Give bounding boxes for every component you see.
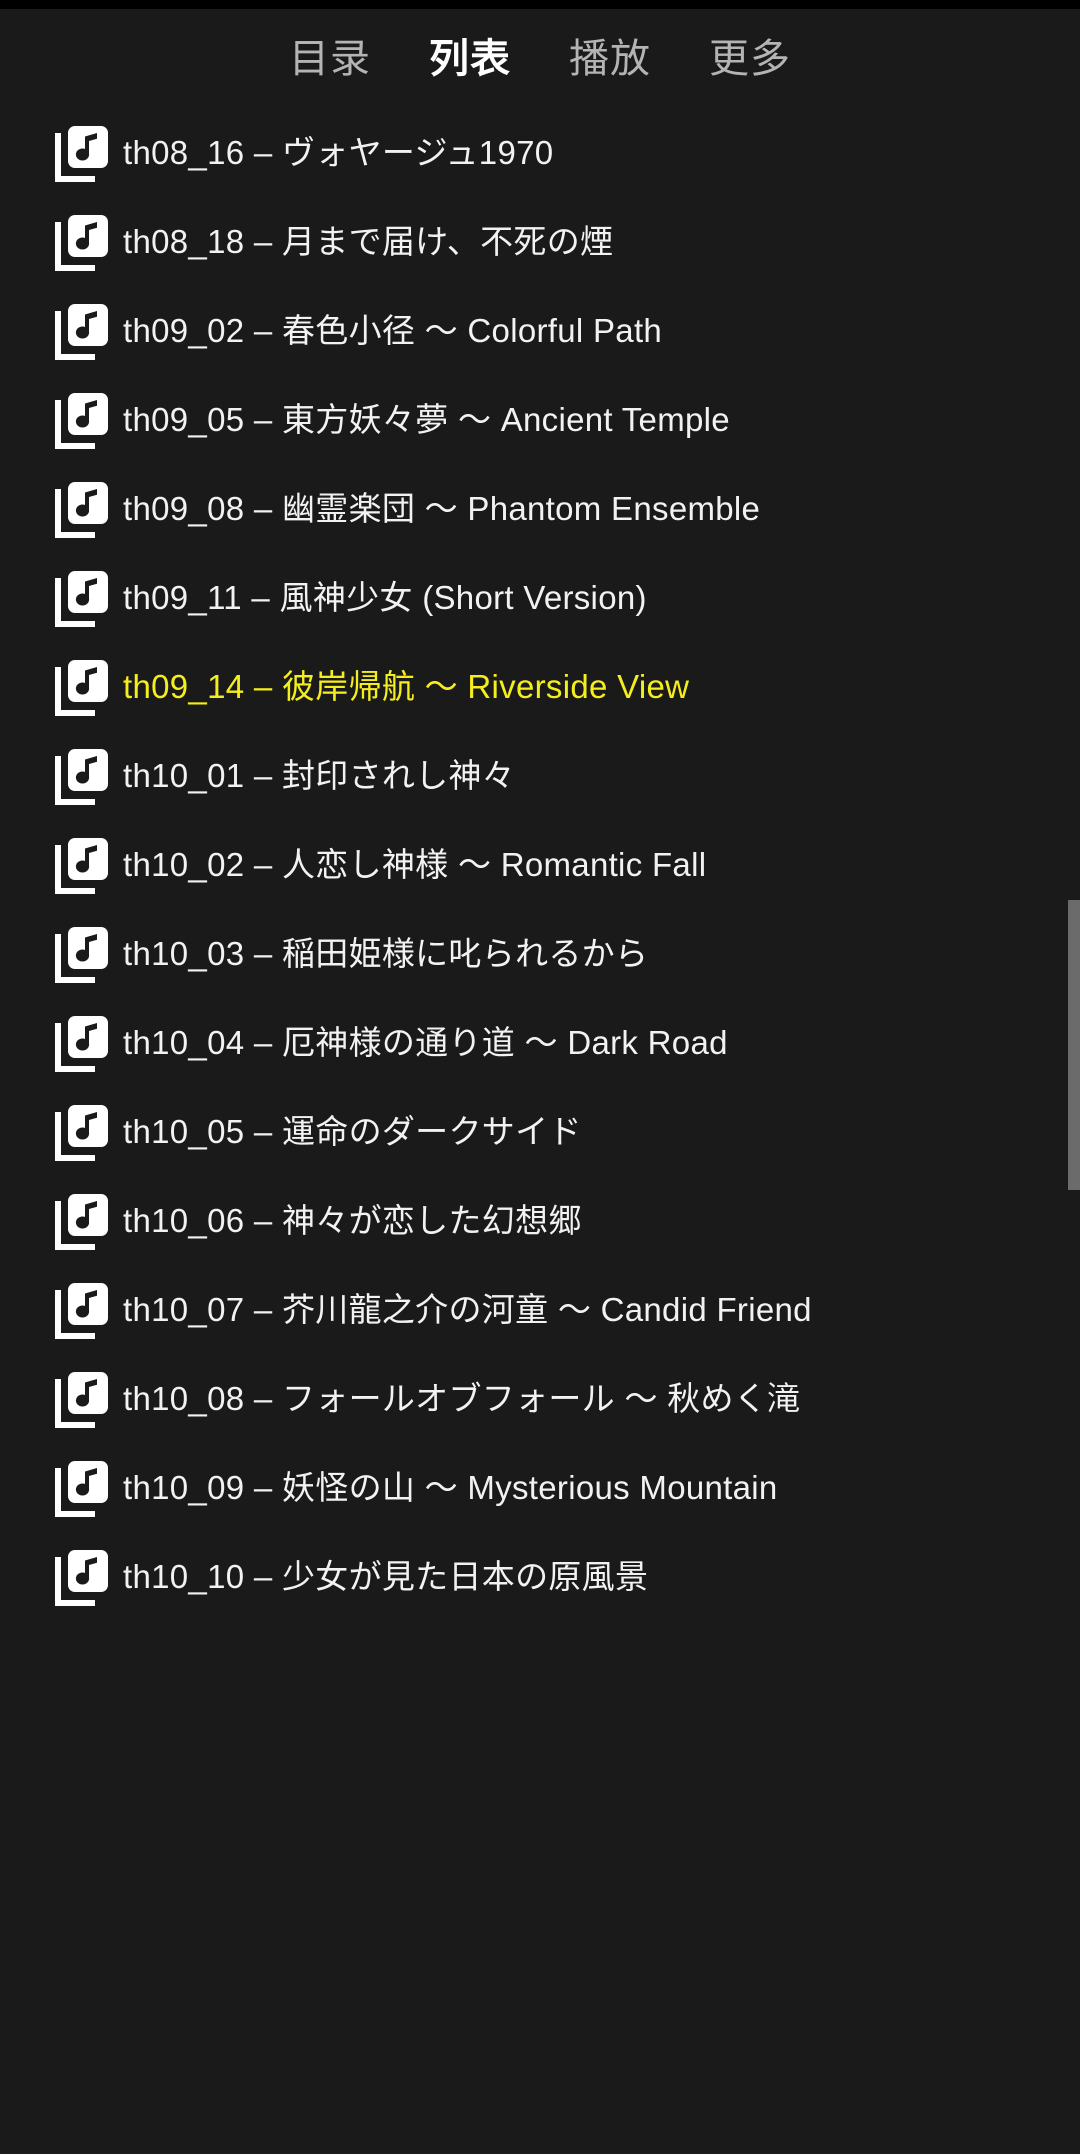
music-collection-icon xyxy=(55,480,111,538)
tab-0[interactable]: 目录 xyxy=(287,35,373,83)
playlist-item[interactable]: th08_16 – ヴォヤージュ1970 xyxy=(0,108,1080,197)
scrollbar-thumb[interactable] xyxy=(1068,900,1080,1190)
playlist-item-label: th09_08 – 幽霊楽団 ～ Phantom Ensemble xyxy=(123,489,761,527)
music-collection-icon xyxy=(55,124,111,182)
music-collection-icon xyxy=(55,1370,111,1428)
tab-bar: 目录 列表 播放 更多 xyxy=(0,9,1080,108)
playlist-item-label: th10_10 – 少女が見た日本の原風景 xyxy=(123,1557,649,1595)
playlist-item-label: th09_11 – 風神少女 (Short Version) xyxy=(123,578,647,616)
playlist-item-label: th09_02 – 春色小径 ～ Colorful Path xyxy=(123,311,663,349)
playlist-item-label: th10_09 – 妖怪の山 ～ Mysterious Mountain xyxy=(123,1468,778,1506)
playlist-item-label: th08_18 – 月まで届け、不死の煙 xyxy=(123,222,614,260)
playlist-item-label: th10_05 – 運命のダークサイド xyxy=(123,1112,582,1150)
music-collection-icon xyxy=(55,836,111,894)
playlist-item-label: th10_06 – 神々が恋した幻想郷 xyxy=(123,1201,582,1239)
playlist-item[interactable]: th10_10 – 少女が見た日本の原風景 xyxy=(0,1532,1080,1621)
playlist-item-label: th10_07 – 芥川龍之介の河童 ～ Candid Friend xyxy=(123,1290,812,1328)
playlist-item-label: th09_14 – 彼岸帰航 ～ Riverside View xyxy=(123,667,690,705)
scrollbar-track[interactable] xyxy=(1068,108,1080,2154)
music-collection-icon xyxy=(55,569,111,627)
tab-1[interactable]: 列表 xyxy=(427,35,513,83)
playlist-item[interactable]: th10_08 – フォールオブフォール ～ 秋めく滝 xyxy=(0,1354,1080,1443)
tab-2[interactable]: 播放 xyxy=(567,35,653,83)
music-collection-icon xyxy=(55,391,111,449)
playlist-item-label: th10_01 – 封印されし神々 xyxy=(123,756,516,794)
playlist-item[interactable]: th10_07 – 芥川龍之介の河童 ～ Candid Friend xyxy=(0,1265,1080,1354)
playlist-item[interactable]: th10_01 – 封印されし神々 xyxy=(0,731,1080,820)
playlist-item[interactable]: th09_08 – 幽霊楽団 ～ Phantom Ensemble xyxy=(0,464,1080,553)
music-collection-icon xyxy=(55,925,111,983)
playlist-item[interactable]: th10_05 – 運命のダークサイド xyxy=(0,1087,1080,1176)
playlist-item[interactable]: th10_02 – 人恋し神様 ～ Romantic Fall xyxy=(0,820,1080,909)
music-collection-icon xyxy=(55,1459,111,1517)
tab-3[interactable]: 更多 xyxy=(707,35,793,83)
status-strip xyxy=(0,0,1080,9)
music-collection-icon xyxy=(55,213,111,271)
music-collection-icon xyxy=(55,1548,111,1606)
playlist-item[interactable]: th10_03 – 稲田姫様に叱られるから xyxy=(0,909,1080,998)
music-collection-icon xyxy=(55,1281,111,1339)
playlist-item-label: th08_16 – ヴォヤージュ1970 xyxy=(123,133,554,171)
playlist-item-label: th10_08 – フォールオブフォール ～ 秋めく滝 xyxy=(123,1379,801,1417)
playlist-item[interactable]: th09_11 – 風神少女 (Short Version) xyxy=(0,553,1080,642)
playlist-item[interactable]: th08_18 – 月まで届け、不死の煙 xyxy=(0,197,1080,286)
music-collection-icon xyxy=(55,1103,111,1161)
music-collection-icon xyxy=(55,747,111,805)
playlist-item[interactable]: th10_09 – 妖怪の山 ～ Mysterious Mountain xyxy=(0,1443,1080,1532)
playlist-list[interactable]: th08_16 – ヴォヤージュ1970 th08_18 – 月まで届け、不死の煙… xyxy=(0,108,1080,2154)
playlist-item-label: th10_04 – 厄神様の通り道 ～ Dark Road xyxy=(123,1023,728,1061)
playlist-item[interactable]: th09_05 – 東方妖々夢 ～ Ancient Temple xyxy=(0,375,1080,464)
music-collection-icon xyxy=(55,302,111,360)
playlist-item[interactable]: th10_06 – 神々が恋した幻想郷 xyxy=(0,1176,1080,1265)
playlist-item-label: th10_03 – 稲田姫様に叱られるから xyxy=(123,934,649,972)
playlist-item-label: th10_02 – 人恋し神様 ～ Romantic Fall xyxy=(123,845,707,883)
music-player-app: 目录 列表 播放 更多 th08_16 – ヴォヤージュ1970 th08_18 – 月… xyxy=(0,0,1080,2154)
playlist-item[interactable]: th09_14 – 彼岸帰航 ～ Riverside View xyxy=(0,642,1080,731)
music-collection-icon xyxy=(55,1014,111,1072)
music-collection-icon xyxy=(55,1192,111,1250)
playlist-item[interactable]: th10_04 – 厄神様の通り道 ～ Dark Road xyxy=(0,998,1080,1087)
playlist-item[interactable]: th09_02 – 春色小径 ～ Colorful Path xyxy=(0,286,1080,375)
music-collection-icon xyxy=(55,658,111,716)
playlist-item-label: th09_05 – 東方妖々夢 ～ Ancient Temple xyxy=(123,400,730,438)
